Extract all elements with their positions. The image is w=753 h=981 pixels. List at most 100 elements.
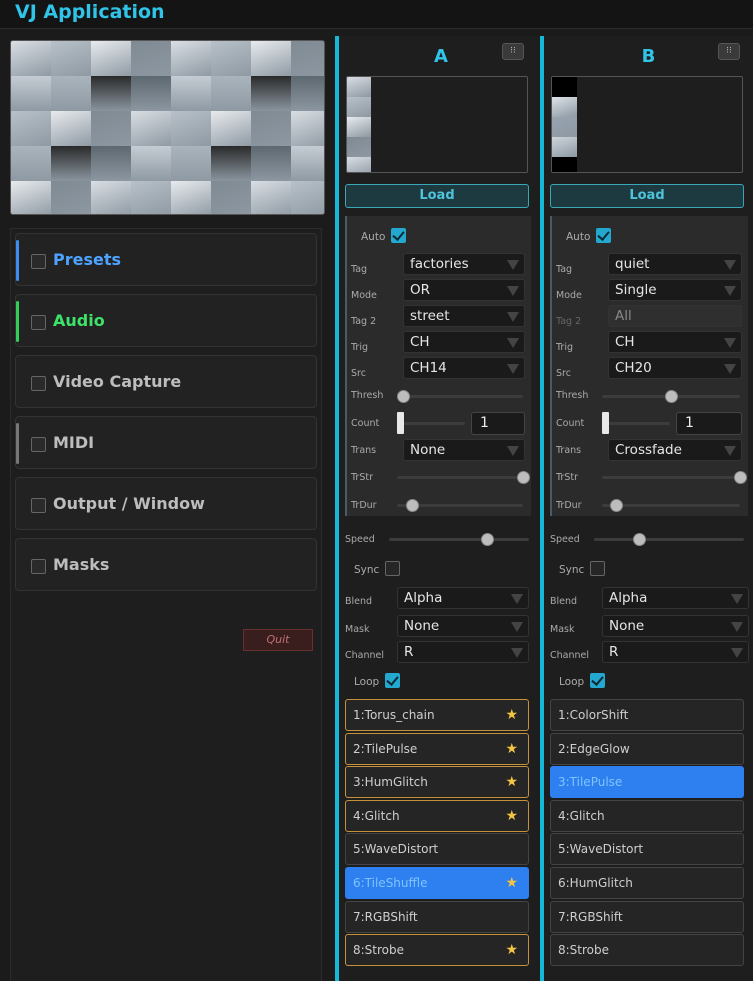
star-icon[interactable]: ★ [505,734,518,764]
trans-dropdown[interactable]: None [403,439,525,461]
sidebar-section-presets[interactable]: Presets [15,233,317,286]
sync-checkbox[interactable] [385,561,400,576]
section-toggle-checkbox[interactable] [31,315,46,330]
load-button[interactable]: Load [345,184,529,208]
chevron-down-icon [511,594,523,604]
trdur-slider-handle[interactable] [406,499,420,512]
thresh-slider-track[interactable] [397,395,523,398]
count-label: Count [351,418,380,429]
collage-tile [291,76,324,112]
speed-slider-track[interactable] [389,538,529,541]
count-input[interactable]: 1 [676,412,742,435]
thresh-slider-handle[interactable] [397,390,411,403]
preset-list-item[interactable]: 2:EdgeGlow [550,732,744,765]
auto-checkbox[interactable] [596,228,611,243]
count-slider-track[interactable] [397,422,465,425]
trig-dropdown-value: CH [410,334,430,350]
collage-tile [211,181,252,214]
section-toggle-checkbox[interactable] [31,559,46,574]
chevron-down-icon [507,338,519,348]
preset-list-item[interactable]: 4:Glitch ★ [345,799,529,832]
preset-list-item[interactable]: 7:RGBShift [550,900,744,933]
trstr-slider-track[interactable] [602,476,740,479]
chevron-down-icon [511,648,523,658]
count-slider-handle[interactable] [397,412,404,434]
preset-list-item[interactable]: 2:TilePulse ★ [345,732,529,765]
preset-list-item[interactable]: 5:WaveDistort [550,833,744,866]
mask-dropdown[interactable]: None [397,615,529,637]
collage-tile [11,76,52,112]
count-slider-track[interactable] [602,422,670,425]
collage-tile [291,146,324,182]
speed-slider-handle[interactable] [633,533,646,546]
trig-dropdown[interactable]: CH [403,331,525,353]
speed-slider-handle[interactable] [481,533,494,546]
section-toggle-checkbox[interactable] [31,254,46,269]
collage-tile [51,76,92,112]
quit-button[interactable]: Quit [243,629,313,651]
speed-slider-track[interactable] [594,538,744,541]
channel-dropdown[interactable]: R [397,641,529,663]
sidebar-section-masks[interactable]: Masks [15,538,317,591]
mask-dropdown[interactable]: None [602,615,749,637]
trans-dropdown[interactable]: Crossfade [608,439,742,461]
trig-label: Trig [351,342,368,353]
section-toggle-checkbox[interactable] [31,376,46,391]
collage-tile [91,111,132,147]
star-icon[interactable]: ★ [505,935,518,965]
tag2-dropdown[interactable]: street [403,305,525,327]
trstr-slider-handle[interactable] [517,471,530,484]
loop-checkbox[interactable] [590,673,605,688]
tag-dropdown[interactable]: quiet [608,253,742,275]
trdur-label: TrDur [351,500,377,511]
sidebar-section-output-window[interactable]: Output / Window [15,477,317,530]
preset-list-item[interactable]: 4:Glitch [550,799,744,832]
star-icon[interactable]: ★ [505,801,518,831]
tag2-dropdown-value: All [615,308,632,324]
thresh-slider-handle[interactable] [665,390,678,403]
load-button[interactable]: Load [550,184,744,208]
sidebar-section-midi[interactable]: MIDI [15,416,317,469]
trdur-slider-handle[interactable] [609,499,623,512]
preset-list-item[interactable]: 8:Strobe [550,934,744,967]
star-icon[interactable]: ★ [505,767,518,797]
trig-dropdown[interactable]: CH [608,331,742,353]
preset-list-item[interactable]: 6:TileShuffle ★ [345,867,529,899]
collage-tile [91,41,132,77]
preset-label: 4:Glitch [353,808,400,823]
preset-list-item[interactable]: 5:WaveDistort [345,833,529,866]
preset-list-item[interactable]: 3:TilePulse [550,766,744,799]
chevron-down-icon [724,364,736,374]
preset-list-item[interactable]: 3:HumGlitch ★ [345,766,529,799]
sync-checkbox[interactable] [590,561,605,576]
channel-dropdown[interactable]: R [602,641,749,663]
section-toggle-checkbox[interactable] [31,437,46,452]
trstr-slider-track[interactable] [397,476,523,479]
sidebar-section-audio[interactable]: Audio [15,294,317,347]
count-input[interactable]: 1 [471,412,525,435]
preset-list-item[interactable]: 7:RGBShift [345,900,529,933]
drag-handle-icon[interactable]: ⁝⁝ [718,43,740,60]
count-slider-handle[interactable] [602,412,609,434]
tag-dropdown[interactable]: factories [403,253,525,275]
sidebar-section-video-capture[interactable]: Video Capture [15,355,317,408]
trstr-slider-handle[interactable] [734,471,747,484]
preset-list-item[interactable]: 1:Torus_chain ★ [345,699,529,731]
star-icon[interactable]: ★ [505,700,518,730]
preset-list-item[interactable]: 8:Strobe ★ [345,934,529,967]
src-dropdown[interactable]: CH20 [608,357,742,379]
loop-checkbox[interactable] [385,673,400,688]
collage-tile [251,76,292,112]
mode-dropdown[interactable]: OR [403,279,525,301]
drag-handle-icon[interactable]: ⁝⁝ [502,43,524,60]
auto-checkbox[interactable] [391,228,406,243]
mode-dropdown[interactable]: Single [608,279,742,301]
collage-tile [347,137,371,157]
src-dropdown[interactable]: CH14 [403,357,525,379]
preset-list-item[interactable]: 1:ColorShift [550,699,744,731]
star-icon[interactable]: ★ [505,868,518,898]
blend-dropdown[interactable]: Alpha [397,587,529,609]
preset-list-item[interactable]: 6:HumGlitch [550,867,744,899]
section-toggle-checkbox[interactable] [31,498,46,513]
blend-dropdown[interactable]: Alpha [602,587,749,609]
